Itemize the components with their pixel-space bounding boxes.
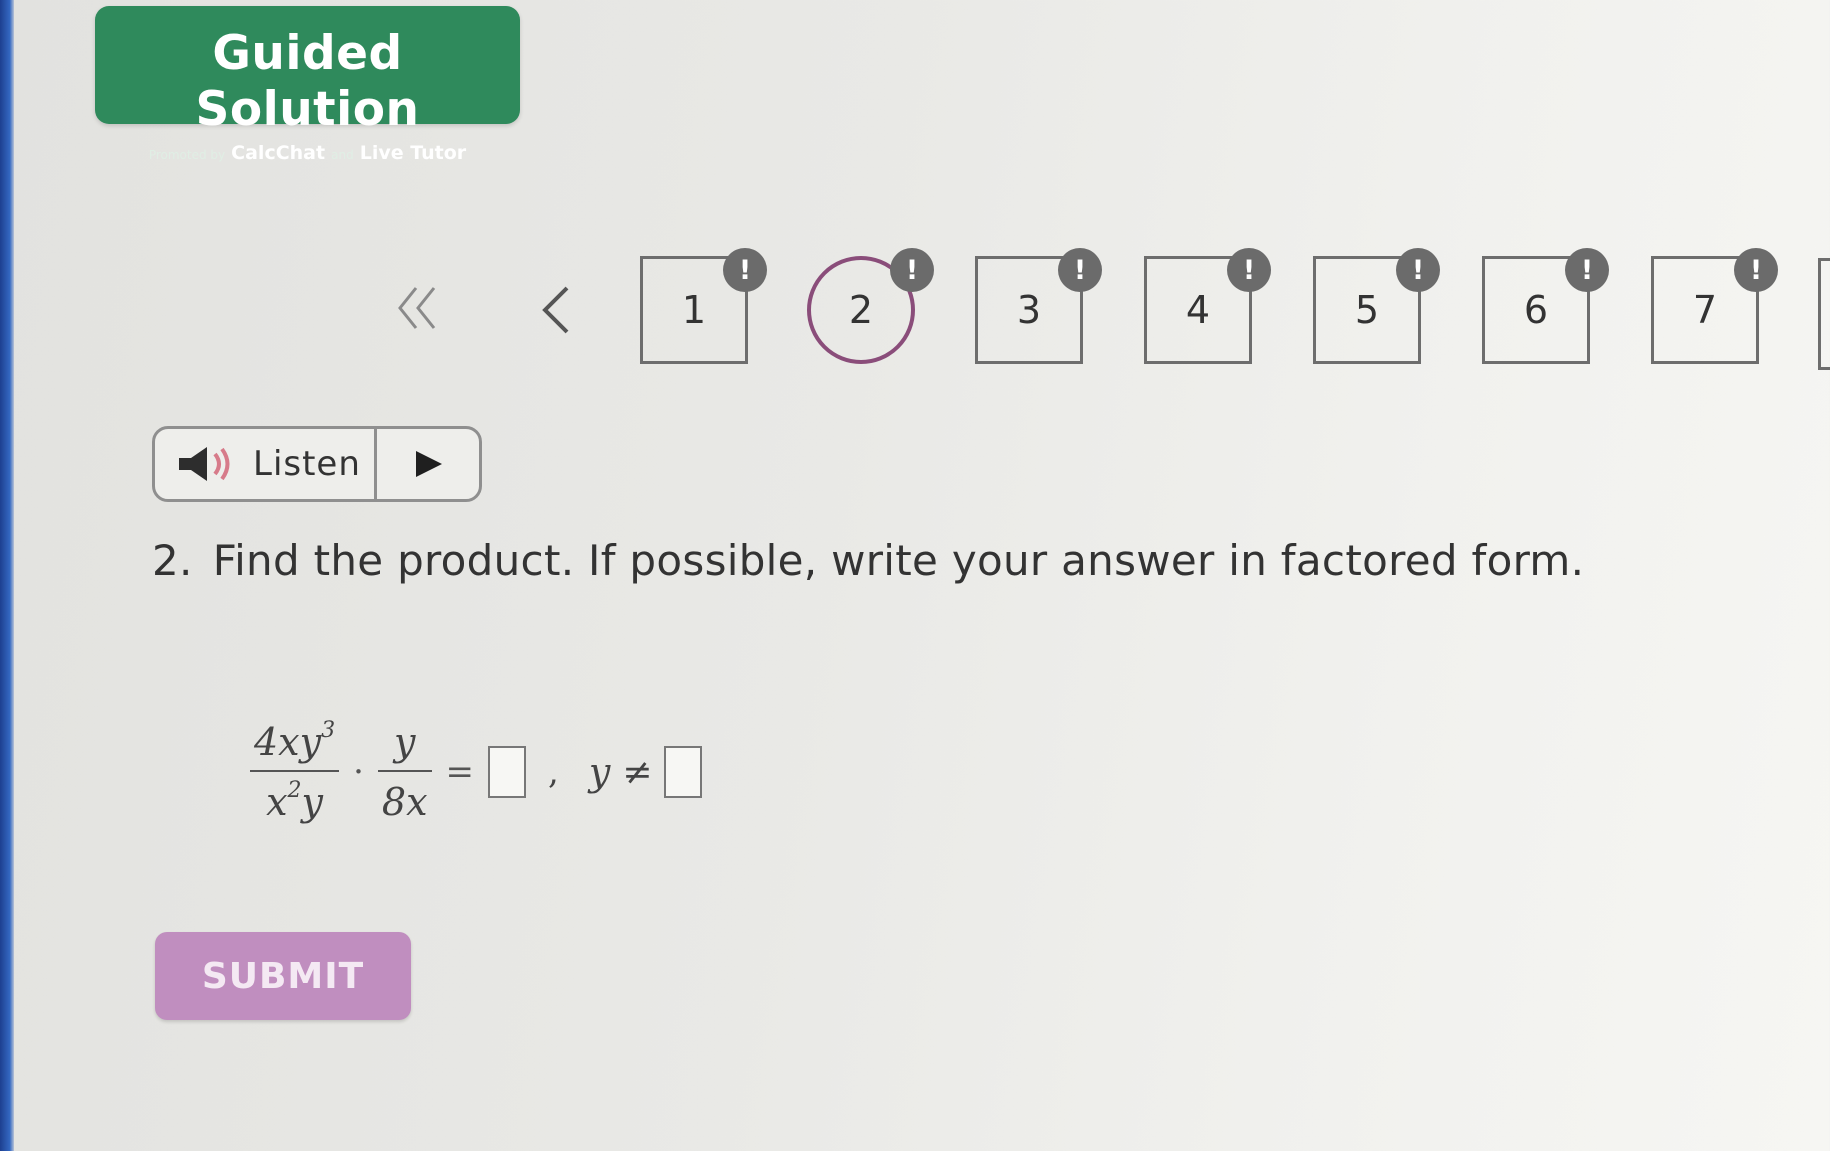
step-label: 5 — [1354, 288, 1380, 332]
submit-button[interactable]: SUBMIT — [155, 932, 411, 1020]
banner-subtitle-and: and — [331, 148, 354, 162]
restriction-answer-input[interactable] — [664, 746, 703, 798]
banner-subtitle-prefix: Promoted by — [148, 148, 226, 162]
fraction-2: y 8x — [377, 720, 432, 824]
banner-title: Guided Solution — [195, 26, 420, 137]
step-label: 4 — [1185, 288, 1211, 332]
listen-label: Listen — [253, 444, 361, 484]
window-left-edge — [0, 0, 14, 1151]
step-3-alert-icon: ! — [1058, 248, 1102, 292]
step-8-partial[interactable] — [1818, 258, 1830, 370]
guided-solution-banner[interactable]: Guided Solution Promoted by CalcChat and… — [95, 6, 520, 164]
product-answer-input[interactable] — [488, 746, 526, 798]
step-2-alert-icon: ! — [890, 248, 934, 292]
step-4-alert-icon: ! — [1227, 248, 1271, 292]
fraction-1-numerator-exponent: 3 — [321, 718, 336, 744]
multiply-dot: · — [353, 752, 364, 792]
fraction-1-numerator: 4xy3 — [250, 718, 339, 770]
banner-brand-live-tutor: Live Tutor — [359, 142, 467, 164]
fraction-1-denominator-tail: y — [301, 780, 323, 824]
listen-play-button[interactable] — [377, 429, 479, 499]
play-icon — [416, 451, 442, 477]
step-label: 1 — [681, 288, 707, 332]
step-label: 3 — [1016, 288, 1042, 332]
double-chevron-left-icon — [398, 287, 436, 329]
fraction-1-denominator-base: x — [266, 780, 288, 824]
speaker-icon — [179, 447, 230, 481]
step-label: 6 — [1523, 288, 1549, 332]
step-7-alert-icon: ! — [1734, 248, 1778, 292]
listen-control: Listen — [152, 426, 482, 502]
fraction-1: 4xy3 x2y — [250, 718, 340, 824]
equals-sign: = — [445, 752, 475, 792]
step-1-alert-icon: ! — [723, 248, 767, 292]
fraction-2-denominator: 8x — [381, 780, 428, 824]
question-prompt: Find the product. If possible, write you… — [212, 536, 1585, 585]
math-expression: 4xy3 x2y · y 8x = , y ≠ — [250, 712, 703, 832]
previous-page-button[interactable] — [535, 282, 579, 338]
not-equal-sign: ≠ — [622, 751, 653, 793]
banner-subtitle: Promoted by CalcChat and Live Tutor — [95, 142, 520, 166]
step-label: 7 — [1692, 288, 1718, 332]
listen-button[interactable]: Listen — [155, 429, 377, 499]
expression-comma: , — [548, 752, 559, 792]
chevron-left-icon — [542, 286, 569, 334]
step-label: 2 — [848, 288, 874, 332]
fraction-1-denominator-exponent: 2 — [287, 778, 302, 804]
question-text: 2. Find the product. If possible, write y… — [152, 536, 1584, 585]
fraction-1-denominator: x2y — [262, 772, 327, 824]
banner-brand-calcchat: CalcChat — [231, 142, 326, 164]
restriction-variable: y — [588, 750, 611, 794]
first-page-button[interactable] — [388, 278, 448, 338]
question-number: 2. — [152, 536, 193, 585]
fraction-1-numerator-base: 4xy — [254, 720, 322, 764]
step-6-alert-icon: ! — [1565, 248, 1609, 292]
step-5-alert-icon: ! — [1396, 248, 1440, 292]
fraction-2-numerator: y — [393, 720, 416, 764]
